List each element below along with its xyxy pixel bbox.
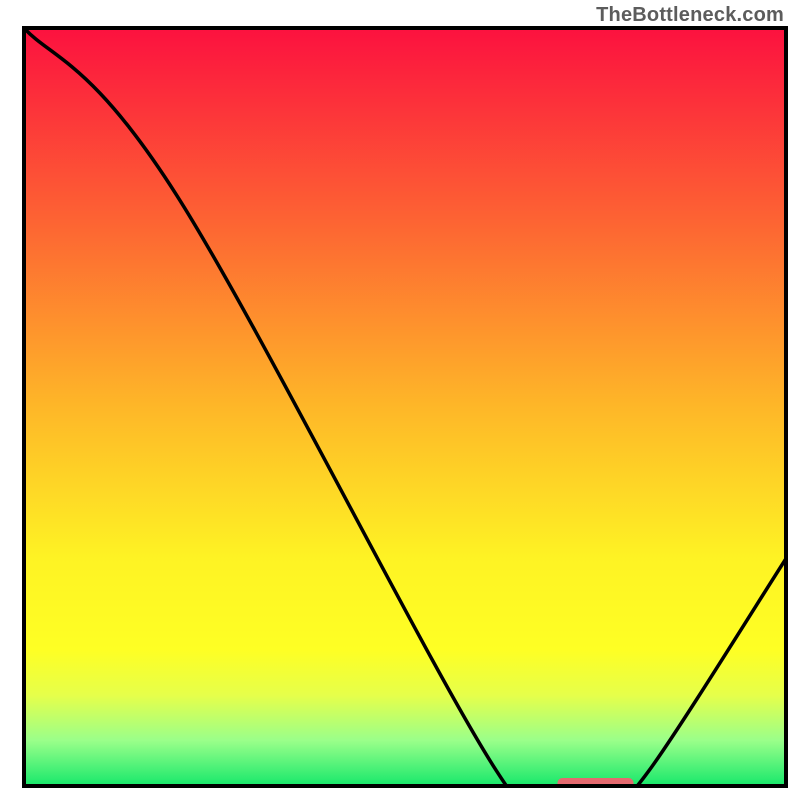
bottleneck-chart [0,0,800,800]
chart-container: TheBottleneck.com [0,0,800,800]
watermark-text: TheBottleneck.com [596,4,784,27]
